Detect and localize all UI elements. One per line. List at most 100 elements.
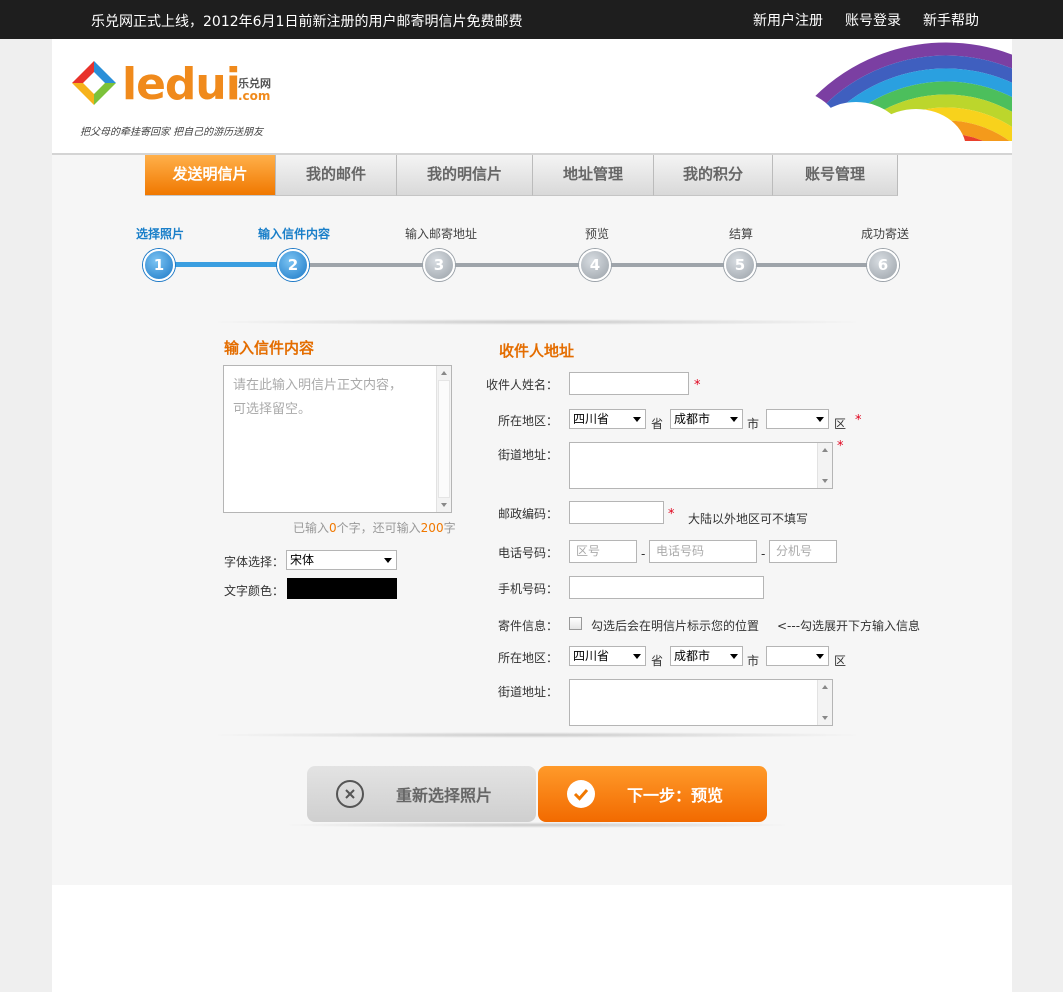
form-bottom-shadow — [202, 732, 872, 738]
mobile-input[interactable] — [569, 576, 764, 599]
tab-account-manage[interactable]: 账号管理 — [773, 155, 898, 196]
phone-number-input[interactable]: 电话号码 — [649, 540, 757, 563]
scroll-down-icon[interactable] — [822, 716, 828, 720]
recipient-name-label: 收件人姓名： — [486, 378, 559, 392]
char-counter-left: 200 — [420, 521, 444, 535]
register-link[interactable]: 新用户注册 — [753, 10, 823, 30]
tab-my-mail[interactable]: 我的邮件 — [276, 155, 397, 196]
login-link[interactable]: 账号登录 — [845, 10, 901, 30]
step-label-2: 输入信件内容 — [257, 227, 331, 241]
letter-scrollbar[interactable] — [436, 366, 451, 512]
recipient-name-input[interactable] — [569, 372, 689, 395]
zip-label: 邮政编码： — [498, 507, 559, 521]
form-top-shadow — [202, 319, 872, 325]
district-select[interactable] — [766, 409, 829, 429]
phone-dash: - — [761, 547, 766, 561]
chevron-down-icon — [730, 654, 738, 659]
province-unit: 省 — [651, 417, 664, 431]
main-nav: 发送明信片 我的邮件 我的明信片 地址管理 我的积分 账号管理 — [145, 155, 898, 196]
sender-location-checkbox[interactable] — [569, 617, 582, 630]
scroll-thumb[interactable] — [438, 380, 450, 498]
scroll-down-icon[interactable] — [441, 503, 447, 507]
sender-info-label: 寄件信息： — [498, 619, 559, 633]
phone-number-placeholder: 电话号码 — [656, 544, 705, 558]
check-circle-icon — [567, 780, 595, 808]
step-circle-1: 1 — [143, 249, 175, 281]
zip-input[interactable] — [569, 501, 664, 524]
phone-area-input[interactable]: 区号 — [569, 540, 637, 563]
letter-textarea[interactable]: 请在此输入明信片正文内容， 可选择留空。 — [223, 365, 452, 513]
site-logo[interactable]: ledui 乐兑网 .com 把父母的牵挂寄回家 把自己的游历送朋友 — [72, 59, 282, 139]
scroll-down-icon[interactable] — [822, 479, 828, 483]
street-textarea[interactable] — [569, 442, 833, 489]
step-label-6: 成功寄送 — [860, 227, 910, 241]
phone-ext-input[interactable]: 分机号 — [769, 540, 837, 563]
scroll-up-icon[interactable] — [441, 371, 447, 375]
site-notice: 乐兑网正式上线，2012年6月1日前新注册的用户邮寄明信片免费邮费 — [91, 14, 523, 30]
required-mark: * — [694, 378, 701, 393]
street-label: 街道地址： — [498, 448, 559, 462]
letter-placeholder-line2: 可选择留空。 — [233, 402, 312, 417]
required-mark: * — [668, 507, 675, 522]
sender-district-unit: 区 — [834, 654, 847, 668]
next-preview-button[interactable]: 下一步：预览 — [538, 766, 767, 822]
sender-street-textarea[interactable] — [569, 679, 833, 726]
sender-region-label: 所在地区： — [498, 651, 559, 665]
text-color-swatch[interactable] — [287, 578, 397, 599]
logo-diamond-icon — [72, 61, 116, 105]
required-mark: * — [855, 413, 862, 428]
logo-brand-com: .com — [238, 89, 271, 103]
sender-street-scrollbar[interactable] — [817, 680, 832, 725]
reselect-photo-button[interactable]: 重新选择照片 — [307, 766, 536, 822]
step-label-3: 输入邮寄地址 — [404, 227, 478, 241]
chevron-down-icon — [633, 654, 641, 659]
sender-province-select[interactable]: 四川省 — [569, 646, 646, 666]
recipient-section-title: 收件人地址 — [499, 342, 575, 360]
char-counter-mid: 个字，还可输入 — [336, 521, 421, 535]
buttons-shadow — [277, 822, 797, 828]
sender-province-unit: 省 — [651, 654, 664, 668]
province-select[interactable]: 四川省 — [569, 409, 646, 429]
street-scrollbar[interactable] — [817, 443, 832, 488]
text-color-label: 文字颜色： — [224, 584, 285, 598]
rainbow-banner — [686, 42, 1012, 141]
step-circle-4: 4 — [579, 249, 611, 281]
logo-brand: ledui — [122, 59, 241, 110]
help-link[interactable]: 新手帮助 — [923, 10, 979, 30]
tab-my-points[interactable]: 我的积分 — [654, 155, 773, 196]
sender-checkbox-label: 勾选后会在明信片标示您的位置 — [591, 619, 760, 633]
step-circle-3: 3 — [423, 249, 455, 281]
chevron-down-icon — [633, 417, 641, 422]
step-label-4: 预览 — [584, 227, 610, 241]
mobile-label: 手机号码： — [498, 582, 559, 596]
logo-slogan: 把父母的牵挂寄回家 把自己的游历送朋友 — [80, 127, 264, 138]
chevron-down-icon — [816, 654, 824, 659]
char-counter-post: 字 — [443, 521, 456, 535]
sender-district-select[interactable] — [766, 646, 829, 666]
step-circle-6: 6 — [867, 249, 899, 281]
progress-steps: 选择照片 输入信件内容 输入邮寄地址 预览 结算 成功寄送 1 2 3 4 5 … — [52, 225, 1012, 285]
zip-note: 大陆以外地区可不填写 — [688, 512, 809, 526]
chevron-down-icon — [384, 558, 392, 563]
top-links: 新用户注册 账号登录 新手帮助 — [753, 10, 979, 30]
scroll-up-icon[interactable] — [822, 685, 828, 689]
tab-address-manage[interactable]: 地址管理 — [533, 155, 654, 196]
city-select-value: 成都市 — [674, 412, 711, 426]
phone-area-placeholder: 区号 — [576, 544, 601, 558]
sender-province-value: 四川省 — [573, 649, 610, 663]
header: ledui 乐兑网 .com 把父母的牵挂寄回家 把自己的游历送朋友 — [52, 39, 1012, 153]
top-bar: 乐兑网正式上线，2012年6月1日前新注册的用户邮寄明信片免费邮费 新用户注册 … — [0, 0, 1063, 39]
scroll-up-icon[interactable] — [822, 448, 828, 452]
reselect-photo-label: 重新选择照片 — [396, 786, 493, 805]
char-counter-used: 0 — [329, 521, 337, 535]
chevron-down-icon — [816, 417, 824, 422]
sender-city-value: 成都市 — [674, 649, 711, 663]
font-select[interactable]: 宋体 — [286, 550, 397, 570]
tab-send-postcard[interactable]: 发送明信片 — [145, 155, 276, 196]
sender-city-select[interactable]: 成都市 — [670, 646, 743, 666]
phone-dash: - — [641, 547, 646, 561]
tab-my-postcards[interactable]: 我的明信片 — [397, 155, 533, 196]
phone-ext-placeholder: 分机号 — [776, 544, 813, 558]
city-select[interactable]: 成都市 — [670, 409, 743, 429]
font-select-label: 字体选择： — [224, 555, 285, 569]
